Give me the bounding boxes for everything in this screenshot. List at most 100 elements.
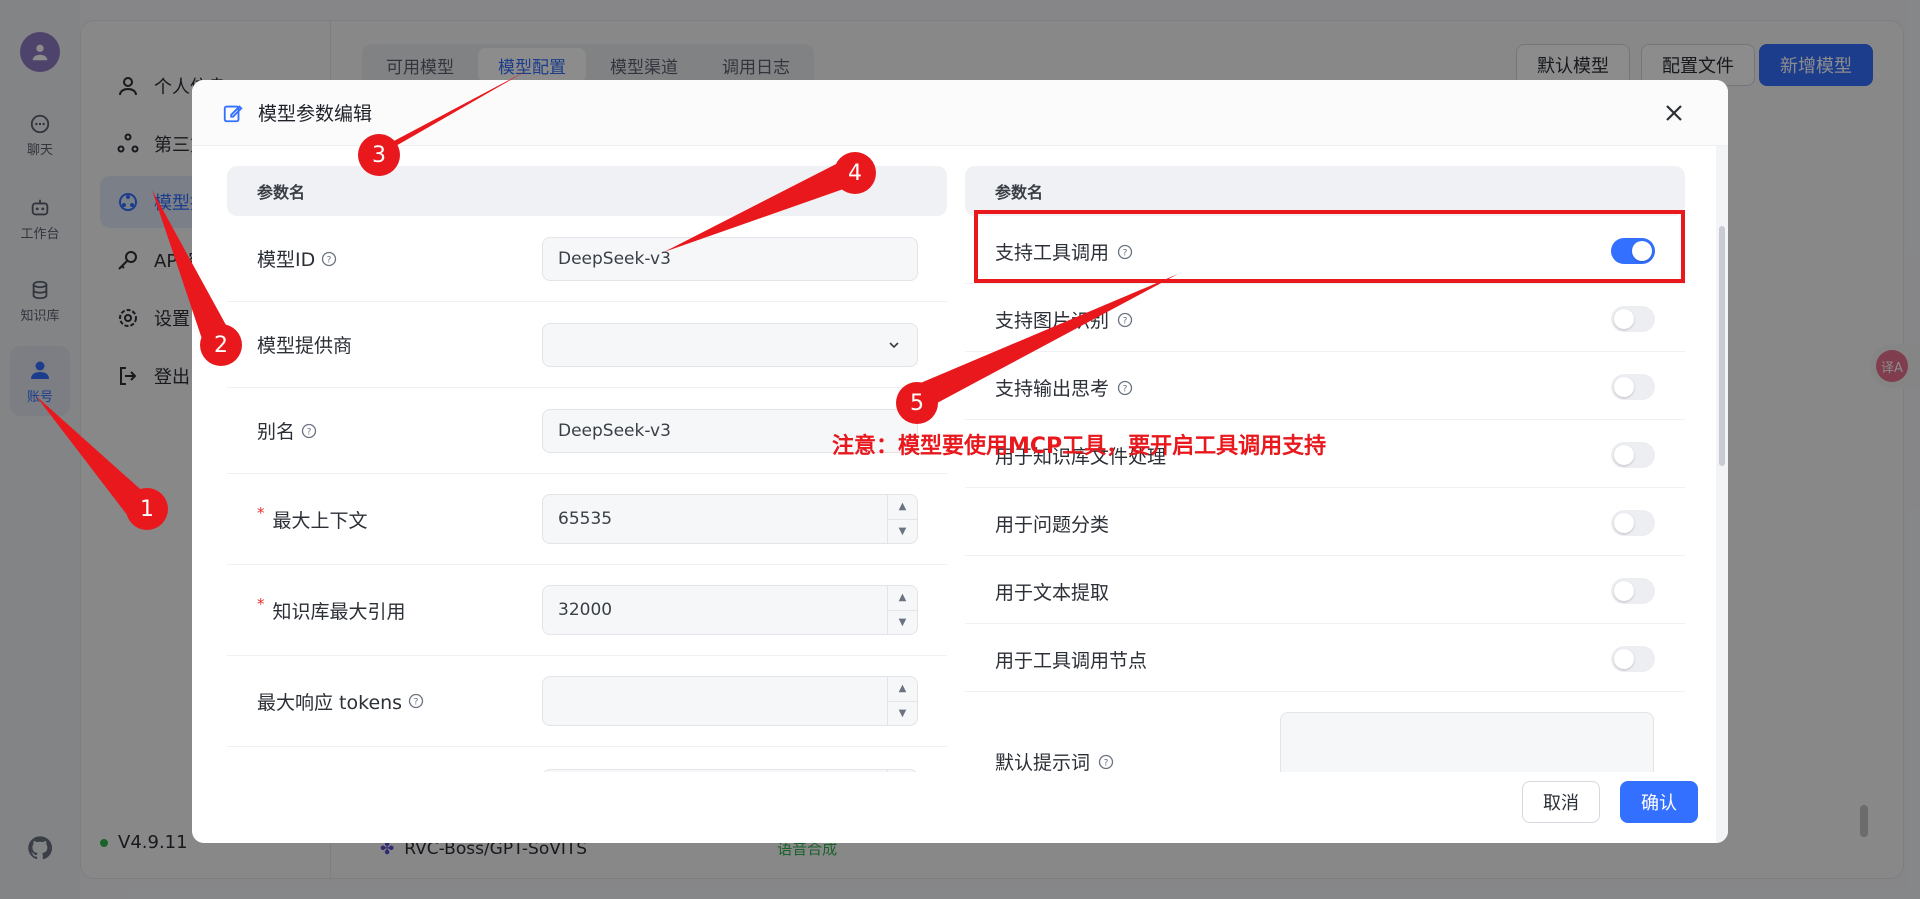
toggle-row-reasoning: 支持输出思考 ? <box>965 352 1685 420</box>
toggle-label-text: 支持图片识别 <box>995 310 1110 332</box>
cancel-button[interactable]: 取消 <box>1522 781 1600 823</box>
dialog-title: 模型参数编辑 <box>258 103 373 125</box>
svg-text:?: ? <box>1123 316 1128 326</box>
toggle-knob <box>1614 445 1634 465</box>
field-next-partial: ▲▼ <box>227 747 947 772</box>
toggle-knob <box>1614 581 1634 601</box>
toggle-row-vision: 支持图片识别 ? <box>965 284 1685 352</box>
stepper-down-icon[interactable]: ▼ <box>888 611 917 635</box>
annotation-badge: 2 <box>200 324 242 366</box>
vision-toggle[interactable] <box>1611 306 1655 332</box>
model-provider-select[interactable] <box>542 322 918 367</box>
number-stepper[interactable]: ▲▼ <box>887 770 917 772</box>
scrollbar-thumb[interactable] <box>1719 226 1725 466</box>
field-label-text: 默认提示词 <box>995 752 1091 772</box>
help-icon[interactable]: ? <box>1117 380 1133 396</box>
dialog-scrollbar[interactable] <box>1716 146 1728 843</box>
required-marker: * <box>257 504 265 522</box>
field-label-text: 别名 <box>257 421 296 443</box>
toggle-label: 用于文本提取 <box>995 578 1109 605</box>
help-icon[interactable]: ? <box>301 423 317 439</box>
svg-text:?: ? <box>1104 758 1109 768</box>
stepper-up-icon[interactable]: ▲ <box>888 770 917 772</box>
toggle-knob <box>1614 649 1634 669</box>
field-label: 最大响应 tokens ? <box>257 688 424 715</box>
max-context-input[interactable]: 65535 ▲ ▼ <box>542 494 918 544</box>
annotation-badge: 4 <box>834 152 876 194</box>
annotation-badge: 1 <box>126 488 168 530</box>
field-label-text: 最大上下文 <box>272 509 368 532</box>
annotation-badge: 3 <box>358 134 400 176</box>
toggle-label-text: 支持输出思考 <box>995 378 1110 400</box>
confirm-button[interactable]: 确认 <box>1620 781 1698 823</box>
field-label: * 知识库最大引用 <box>257 595 406 624</box>
toggle-label: 支持图片识别 ? <box>995 306 1133 333</box>
field-label: 模型ID ? <box>257 245 337 272</box>
stepper-up-icon[interactable]: ▲ <box>888 677 917 702</box>
toggle-row-tool-node: 用于工具调用节点 <box>965 624 1685 692</box>
chevron-down-icon <box>889 341 899 348</box>
toggle-label: 用于工具调用节点 <box>995 646 1147 673</box>
number-stepper[interactable]: ▲▼ <box>887 677 917 725</box>
stepper-down-icon[interactable]: ▼ <box>888 702 917 726</box>
field-max-response-tokens: 最大响应 tokens ? ▲ ▼ <box>227 656 947 747</box>
help-icon[interactable]: ? <box>1098 754 1114 770</box>
stepper-up-icon[interactable]: ▲ <box>888 586 917 611</box>
number-stepper[interactable]: ▲▼ <box>887 495 917 543</box>
field-label-text: 模型ID <box>257 249 316 271</box>
column-header: 参数名 <box>965 166 1685 216</box>
toggle-label: 用于问题分类 <box>995 510 1109 537</box>
toggle-label-text: 用于文本提取 <box>995 582 1110 604</box>
next-input-partial[interactable]: ▲▼ <box>542 769 918 772</box>
stepper-down-icon[interactable]: ▼ <box>888 520 917 544</box>
toggle-row-extract: 用于文本提取 <box>965 556 1685 624</box>
field-label: 默认提示词 ? <box>995 748 1114 772</box>
field-label-text: 知识库最大引用 <box>272 600 406 623</box>
input-value: 32000 <box>558 600 613 620</box>
toggle-label: 支持输出思考 ? <box>995 374 1133 401</box>
max-response-tokens-input[interactable]: ▲ ▼ <box>542 676 918 726</box>
field-label: 模型提供商 <box>257 331 352 358</box>
field-label-text: 最大响应 tokens <box>257 691 403 714</box>
reasoning-toggle[interactable] <box>1611 374 1655 400</box>
classify-toggle[interactable] <box>1611 510 1655 536</box>
number-stepper[interactable]: ▲▼ <box>887 586 917 634</box>
tool-node-toggle[interactable] <box>1611 646 1655 672</box>
field-label: * 最大上下文 <box>257 504 368 533</box>
model-param-dialog: 模型参数编辑 参数名 模型ID ? DeepSeek-v3 模型提供商 别名 ?… <box>192 80 1728 843</box>
help-icon[interactable]: ? <box>1117 312 1133 328</box>
toggle-knob <box>1614 377 1634 397</box>
field-max-context: * 最大上下文 65535 ▲ ▼ <box>227 474 947 565</box>
dialog-footer: 取消 确认 <box>1522 781 1698 823</box>
close-button[interactable] <box>1660 99 1688 127</box>
help-icon[interactable]: ? <box>408 693 424 709</box>
toggle-label-text: 用于问题分类 <box>995 514 1110 536</box>
required-marker: * <box>257 595 265 613</box>
kb-max-ref-input[interactable]: 32000 ▲ ▼ <box>542 585 918 635</box>
default-prompt-textarea[interactable] <box>1280 712 1654 772</box>
close-icon <box>1666 105 1682 121</box>
field-label: 别名 ? <box>257 417 317 444</box>
field-model-provider: 模型提供商 <box>227 302 947 388</box>
toggle-knob <box>1614 513 1634 533</box>
dataset-process-toggle[interactable] <box>1611 442 1655 468</box>
svg-text:?: ? <box>327 255 332 265</box>
field-model-id: 模型ID ? DeepSeek-v3 <box>227 216 947 302</box>
help-icon[interactable]: ? <box>321 251 337 267</box>
input-value: 65535 <box>558 509 613 529</box>
field-default-prompt: 默认提示词 ? <box>965 692 1685 772</box>
toggle-label-text: 用于工具调用节点 <box>995 650 1148 672</box>
field-kb-max-ref: * 知识库最大引用 32000 ▲ ▼ <box>227 565 947 656</box>
svg-text:?: ? <box>414 698 419 708</box>
page-scrollbar[interactable] <box>1860 805 1868 837</box>
stepper-up-icon[interactable]: ▲ <box>888 495 917 520</box>
toggle-row-classify: 用于问题分类 <box>965 488 1685 556</box>
annotation-note: 注意：模型要使用MCP工具，要开启工具调用支持 <box>832 434 1327 459</box>
params-left-column: 参数名 模型ID ? DeepSeek-v3 模型提供商 别名 ? DeepSe… <box>227 166 947 772</box>
annotation-badge: 5 <box>896 382 938 424</box>
extract-toggle[interactable] <box>1611 578 1655 604</box>
svg-text:?: ? <box>1123 384 1128 394</box>
model-id-input[interactable]: DeepSeek-v3 <box>542 236 918 281</box>
field-label-text: 模型提供商 <box>257 335 353 357</box>
dialog-header: 模型参数编辑 <box>192 80 1728 146</box>
